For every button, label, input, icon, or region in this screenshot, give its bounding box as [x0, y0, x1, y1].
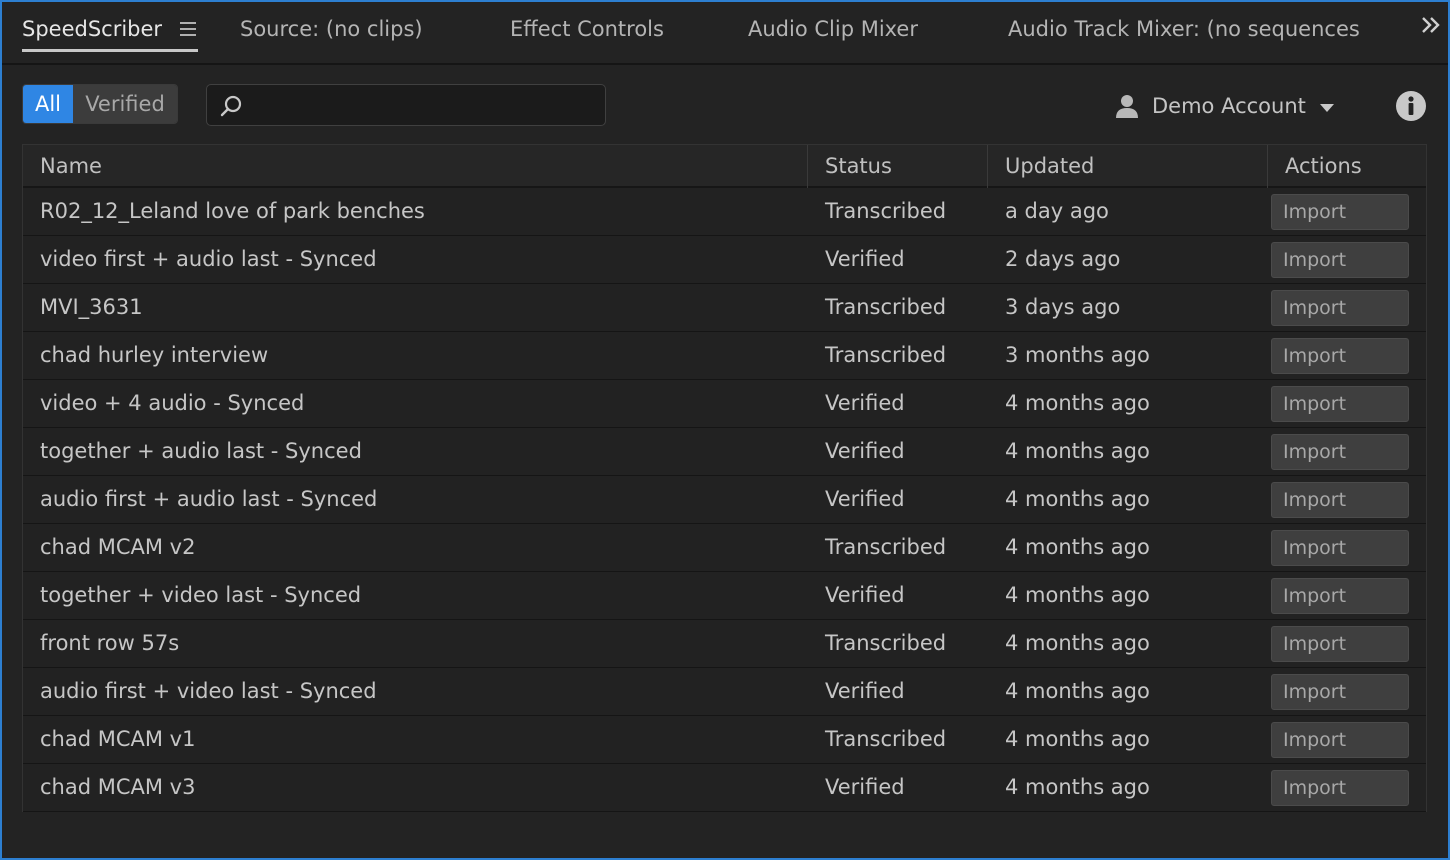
table-header: Name Status Updated Actions: [23, 145, 1426, 188]
row-status: Verified: [825, 775, 905, 799]
search-input[interactable]: [251, 89, 597, 121]
column-header-actions: Actions: [1285, 154, 1362, 178]
table-row[interactable]: audio first + audio last - Synced Verifie…: [23, 476, 1426, 524]
account-menu[interactable]: Demo Account: [1114, 90, 1334, 122]
row-status: Transcribed: [825, 199, 947, 223]
tab-effect-controls[interactable]: Effect Controls: [510, 14, 664, 44]
row-updated: 2 days ago: [1005, 247, 1121, 271]
import-button[interactable]: Import: [1271, 338, 1409, 374]
caret-down-icon: [1319, 103, 1334, 112]
clips-table: Name Status Updated Actions R02_12_Lelan…: [22, 144, 1427, 812]
import-button[interactable]: Import: [1271, 530, 1409, 566]
tab-audio-clip-mixer[interactable]: Audio Clip Mixer: [748, 14, 918, 44]
row-updated: 4 months ago: [1005, 583, 1150, 607]
filter-segmented-control: All Verified: [22, 84, 178, 124]
import-button[interactable]: Import: [1271, 578, 1409, 614]
row-name: R02_12_Leland love of park benches: [40, 199, 425, 223]
table-body: R02_12_Leland love of park benches Transc…: [23, 188, 1426, 812]
filter-verified-button[interactable]: Verified: [73, 85, 177, 123]
row-name: chad MCAM v2: [40, 535, 196, 559]
search-box: [206, 84, 606, 126]
row-updated: 4 months ago: [1005, 535, 1150, 559]
column-header-updated[interactable]: Updated: [988, 145, 1268, 188]
row-name: front row 57s: [40, 631, 180, 655]
row-status: Verified: [825, 439, 905, 463]
row-status: Verified: [825, 583, 905, 607]
row-name: together + audio last - Synced: [40, 439, 362, 463]
row-name: video first + audio last - Synced: [40, 247, 377, 271]
row-status: Verified: [825, 679, 905, 703]
tab-source[interactable]: Source: (no clips): [240, 14, 423, 44]
row-status: Verified: [825, 391, 905, 415]
import-button[interactable]: Import: [1271, 674, 1409, 710]
tab-speedscriber[interactable]: SpeedScriber: [22, 14, 162, 44]
table-row[interactable]: chad MCAM v3 Verified 4 months ago Import: [23, 764, 1426, 812]
row-updated: 3 days ago: [1005, 295, 1121, 319]
filter-all-button[interactable]: All: [23, 85, 73, 123]
import-button[interactable]: Import: [1271, 482, 1409, 518]
row-name: audio first + audio last - Synced: [40, 487, 378, 511]
active-tab-indicator: [22, 49, 198, 52]
table-row[interactable]: front row 57s Transcribed 4 months ago Impo…: [23, 620, 1426, 668]
table-row[interactable]: video + 4 audio - Synced Verified 4 months…: [23, 380, 1426, 428]
import-button[interactable]: Import: [1271, 242, 1409, 278]
row-updated: 4 months ago: [1005, 775, 1150, 799]
search-icon: [220, 95, 242, 117]
import-button[interactable]: Import: [1271, 194, 1409, 230]
row-status: Transcribed: [825, 727, 947, 751]
panel-tab-bar: SpeedScriber Source: (no clips) Effect C…: [2, 2, 1448, 65]
row-status: Verified: [825, 487, 905, 511]
import-button[interactable]: Import: [1271, 290, 1409, 326]
row-status: Transcribed: [825, 631, 947, 655]
double-chevron-right-icon[interactable]: [1420, 14, 1442, 41]
table-row[interactable]: video first + audio last - Synced Verifie…: [23, 236, 1426, 284]
import-button[interactable]: Import: [1271, 626, 1409, 662]
row-updated: 3 months ago: [1005, 343, 1150, 367]
table-row[interactable]: R02_12_Leland love of park benches Transc…: [23, 188, 1426, 236]
row-name: chad MCAM v1: [40, 727, 196, 751]
row-status: Transcribed: [825, 343, 947, 367]
row-status: Transcribed: [825, 295, 947, 319]
row-name: chad MCAM v3: [40, 775, 196, 799]
import-button[interactable]: Import: [1271, 386, 1409, 422]
table-row[interactable]: MVI_3631 Transcribed 3 days ago Import: [23, 284, 1426, 332]
row-name: chad hurley interview: [40, 343, 269, 367]
row-name: video + 4 audio - Synced: [40, 391, 305, 415]
row-name: together + video last - Synced: [40, 583, 362, 607]
import-button[interactable]: Import: [1271, 770, 1409, 806]
table-row[interactable]: together + audio last - Synced Verified 4 …: [23, 428, 1426, 476]
row-updated: 4 months ago: [1005, 727, 1150, 751]
row-updated: 4 months ago: [1005, 391, 1150, 415]
table-row[interactable]: chad hurley interview Transcribed 3 months…: [23, 332, 1426, 380]
row-updated: 4 months ago: [1005, 679, 1150, 703]
panel-menu-icon[interactable]: [180, 22, 196, 37]
row-status: Transcribed: [825, 535, 947, 559]
row-updated: 4 months ago: [1005, 439, 1150, 463]
table-row[interactable]: chad MCAM v2 Transcribed 4 months ago Impor…: [23, 524, 1426, 572]
table-row[interactable]: audio first + video last - Synced Verifie…: [23, 668, 1426, 716]
column-header-name[interactable]: Name: [23, 145, 808, 188]
table-row[interactable]: chad MCAM v1 Transcribed 4 months ago Impor…: [23, 716, 1426, 764]
account-label: Demo Account: [1152, 94, 1306, 118]
row-updated: a day ago: [1005, 199, 1109, 223]
import-button[interactable]: Import: [1271, 434, 1409, 470]
row-name: audio first + video last - Synced: [40, 679, 377, 703]
column-header-status[interactable]: Status: [808, 145, 988, 188]
import-button[interactable]: Import: [1271, 722, 1409, 758]
info-icon[interactable]: [1395, 90, 1427, 122]
row-updated: 4 months ago: [1005, 631, 1150, 655]
row-updated: 4 months ago: [1005, 487, 1150, 511]
row-name: MVI_3631: [40, 295, 143, 319]
row-status: Verified: [825, 247, 905, 271]
user-icon: [1116, 95, 1138, 118]
tab-audio-track-mixer[interactable]: Audio Track Mixer: (no sequences: [1008, 14, 1372, 44]
table-row[interactable]: together + video last - Synced Verified 4 …: [23, 572, 1426, 620]
